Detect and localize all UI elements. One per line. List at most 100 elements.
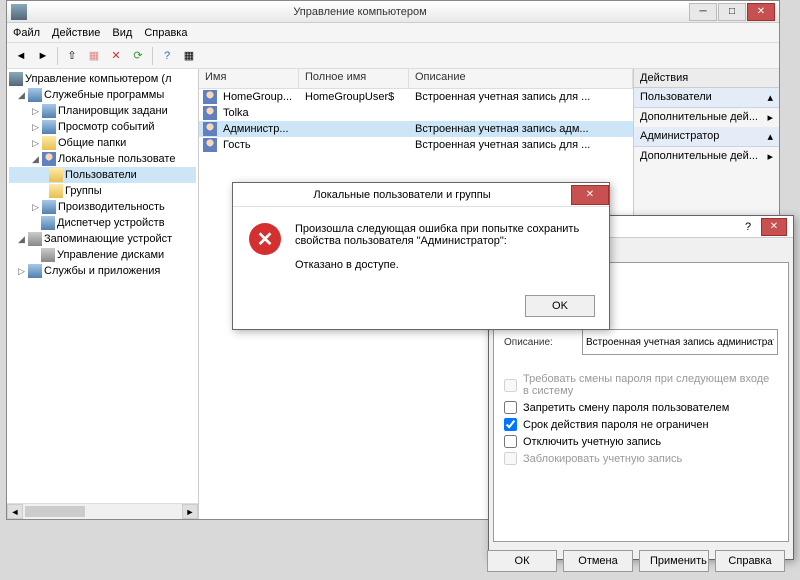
tree-diskmgr[interactable]: Управление дисками: [9, 247, 196, 263]
storage-icon: [28, 232, 42, 246]
error-body: ✕ Произошла следующая ошибка при попытке…: [233, 207, 609, 287]
collapse-icon[interactable]: ◢: [17, 235, 26, 244]
col-fullname[interactable]: Полное имя: [299, 69, 409, 88]
checkbox: [504, 379, 517, 392]
tree-root[interactable]: Управление компьютером (л: [9, 71, 196, 87]
user-icon: [203, 90, 217, 104]
toolbar: ◄ ► ⇧ ▦ ✕ ⟳ ? ▦: [7, 43, 779, 69]
folder-icon: [49, 184, 63, 198]
tree-panel: Управление компьютером (л ◢Служебные про…: [7, 69, 199, 519]
tree-scrollbar[interactable]: ◄►: [7, 503, 198, 519]
svcapps-icon: [28, 264, 42, 278]
cell-name: Гость: [217, 139, 299, 151]
tree-users[interactable]: Пользователи: [9, 167, 196, 183]
error-close-button[interactable]: ✕: [571, 185, 609, 205]
expand-icon[interactable]: ▷: [31, 203, 40, 212]
menu-action[interactable]: Действие: [52, 27, 100, 39]
events-icon: [42, 120, 56, 134]
action-group-admin[interactable]: Администратор▴: [634, 127, 779, 147]
chk-disable-account[interactable]: Отключить учетную запись: [504, 435, 778, 448]
user-row[interactable]: HomeGroup...HomeGroupUser$Встроенная уче…: [199, 89, 633, 105]
expand-icon[interactable]: ▷: [31, 139, 40, 148]
error-message-1: Произошла следующая ошибка при попытке с…: [295, 223, 593, 247]
chevron-up-icon: ▴: [767, 130, 773, 143]
maximize-button[interactable]: □: [718, 3, 746, 21]
ok-button[interactable]: ОК: [487, 550, 557, 572]
cancel-button[interactable]: Отмена: [563, 550, 633, 572]
cell-desc: Встроенная учетная запись для ...: [409, 91, 633, 103]
chevron-right-icon: ▸: [767, 111, 773, 124]
action-more-users[interactable]: Дополнительные дей...▸: [634, 108, 779, 127]
minimize-button[interactable]: ─: [689, 3, 717, 21]
help-button[interactable]: ?: [739, 221, 757, 233]
error-title: Локальные пользователи и группы: [233, 189, 571, 201]
help-button[interactable]: ?: [157, 46, 177, 66]
close-button[interactable]: ✕: [747, 3, 775, 21]
delete-button[interactable]: ✕: [106, 46, 126, 66]
apply-button[interactable]: Применить: [639, 550, 709, 572]
help-button[interactable]: Справка: [715, 550, 785, 572]
action-group-users[interactable]: Пользователи▴: [634, 88, 779, 108]
cell-name: HomeGroup...: [217, 91, 299, 103]
checkbox: [504, 452, 517, 465]
chk-require-pwd: Требовать смены пароля при следующем вхо…: [504, 373, 778, 397]
user-row[interactable]: Гость Встроенная учетная запись для ...: [199, 137, 633, 153]
tree-services[interactable]: ◢Служебные программы: [9, 87, 196, 103]
tree-devmgr[interactable]: Диспетчер устройств: [9, 215, 196, 231]
tree-svcapps[interactable]: ▷Службы и приложения: [9, 263, 196, 279]
props-close-button[interactable]: ✕: [761, 218, 787, 236]
scheduler-icon: [42, 104, 56, 118]
app-icon: [11, 4, 27, 20]
chk-pwd-no-expire[interactable]: Срок действия пароля не ограничен: [504, 418, 778, 431]
actions-header: Действия: [634, 69, 779, 88]
collapse-icon[interactable]: ◢: [31, 155, 40, 164]
field-description: Описание:: [504, 329, 778, 355]
checkbox[interactable]: [504, 418, 517, 431]
props-button[interactable]: ▦: [84, 46, 104, 66]
tree-shared[interactable]: ▷Общие папки: [9, 135, 196, 151]
menu-view[interactable]: Вид: [112, 27, 132, 39]
tree-perf[interactable]: ▷Производительность: [9, 199, 196, 215]
col-desc[interactable]: Описание: [409, 69, 633, 88]
desc-input[interactable]: [582, 329, 778, 355]
up-button[interactable]: ⇧: [62, 46, 82, 66]
expand-icon[interactable]: ▷: [17, 267, 26, 276]
desc-label: Описание:: [504, 337, 574, 348]
user-icon: [203, 138, 217, 152]
error-dialog: Локальные пользователи и группы ✕ ✕ Прои…: [232, 182, 610, 330]
menu-help[interactable]: Справка: [144, 27, 187, 39]
window-title: Управление компьютером: [31, 6, 689, 18]
tree-groups[interactable]: Группы: [9, 183, 196, 199]
error-footer: OK: [233, 287, 609, 329]
refresh-button[interactable]: ⟳: [128, 46, 148, 66]
forward-button[interactable]: ►: [33, 46, 53, 66]
action-more-admin[interactable]: Дополнительные дей...▸: [634, 147, 779, 166]
user-row[interactable]: Администр...Встроенная учетная запись ад…: [199, 121, 633, 137]
menu-file[interactable]: Файл: [13, 27, 40, 39]
perf-icon: [42, 200, 56, 214]
chk-deny-pwd-change[interactable]: Запретить смену пароля пользователем: [504, 401, 778, 414]
tree-events[interactable]: ▷Просмотр событий: [9, 119, 196, 135]
expand-icon[interactable]: ▷: [31, 123, 40, 132]
chevron-up-icon: ▴: [767, 91, 773, 104]
cell-fullname: HomeGroupUser$: [299, 91, 409, 103]
expand-icon[interactable]: ▷: [31, 107, 40, 116]
list-header: Имя Полное имя Описание: [199, 69, 633, 89]
chk-lock-account: Заблокировать учетную запись: [504, 452, 778, 465]
tree-localusers[interactable]: ◢Локальные пользовате: [9, 151, 196, 167]
checkbox[interactable]: [504, 435, 517, 448]
cell-desc: Встроенная учетная запись для ...: [409, 139, 633, 151]
error-ok-button[interactable]: OK: [525, 295, 595, 317]
tools-icon: [28, 88, 42, 102]
folder-icon: [49, 168, 63, 182]
back-button[interactable]: ◄: [11, 46, 31, 66]
col-name[interactable]: Имя: [199, 69, 299, 88]
tree-scheduler[interactable]: ▷Планировщик задани: [9, 103, 196, 119]
view-button[interactable]: ▦: [179, 46, 199, 66]
tree-storage[interactable]: ◢Запоминающие устройст: [9, 231, 196, 247]
checkbox[interactable]: [504, 401, 517, 414]
collapse-icon[interactable]: ◢: [17, 91, 26, 100]
separator: [152, 47, 153, 65]
mgmt-icon: [9, 72, 23, 86]
user-row[interactable]: Tolka: [199, 105, 633, 121]
